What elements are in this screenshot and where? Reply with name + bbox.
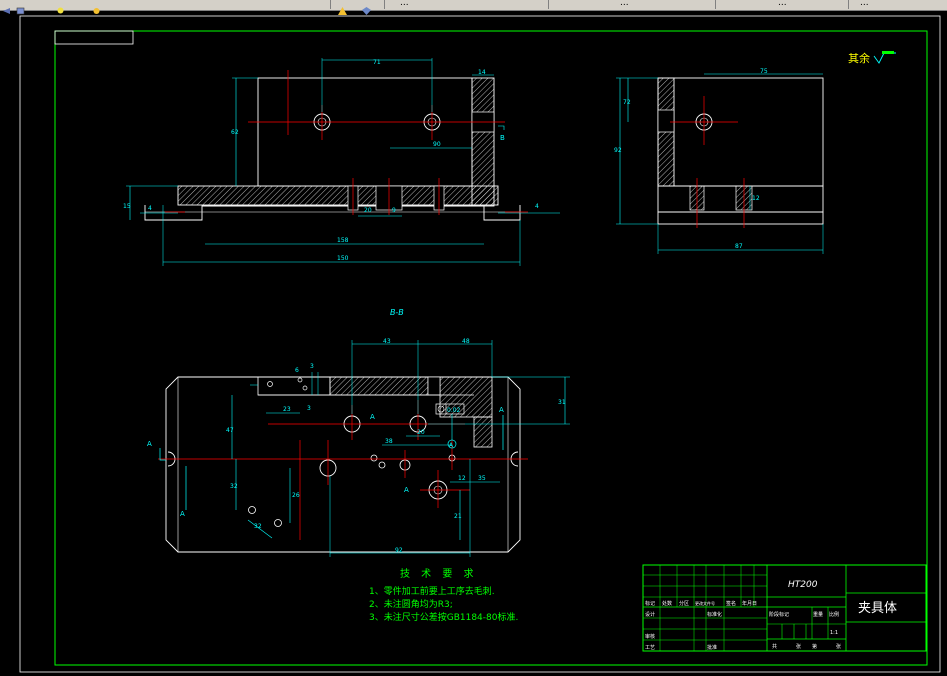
plan-dim-47: 47 [226,427,234,434]
toolbar-group-color [330,0,385,9]
datum-a: A [370,413,375,421]
dim-20: 20 [364,207,372,214]
tech-req-item-1: 1、零件加工前要上工序去毛刺. [369,585,495,597]
roughness-label: 其余 [848,51,870,65]
plan-dim-32: 32 [230,483,238,490]
title-part-name: 夹具体 [858,601,897,616]
title-sheet-no: 第 [812,643,817,650]
dim-62: 62 [231,129,239,136]
title-stage: 阶段标记 [769,611,789,618]
toolbar-plotstyle-select[interactable]: ... [718,0,849,9]
title-sheet-unit1: 张 [796,643,801,650]
linetype-label: ... [400,0,409,8]
style-label: ... [860,0,869,8]
toolbar-style-select[interactable]: ... [852,0,947,9]
plan-dim-21: 21 [454,513,462,520]
tech-req-item-2: 2、未注圆角均为R3; [369,598,453,610]
dim-9: 9 [392,207,396,214]
plan-dim-20: 20 [417,429,425,436]
title-row-review: 审核 [645,633,655,640]
title-h-mark: 标记 [645,600,655,607]
plotstyle-label: ... [778,0,787,8]
plan-dim-6: 6 [295,367,299,374]
title-row-approve: 批准 [707,644,717,651]
title-scale: 1:1 [830,630,838,636]
lineweight-label: ... [620,0,629,8]
plan-dim-38: 38 [385,438,393,445]
title-row-process: 工艺 [645,645,655,651]
front-view: 71 14 62 90 20 9 158 150 15 4 4 B [123,58,560,266]
side-dim-87: 87 [735,243,743,250]
toolbar-group-layers [0,0,331,9]
plan-dim-31: 31 [558,399,566,406]
title-h-sign: 签名 [726,600,736,607]
side-dim-72: 72 [623,99,631,106]
dim-158: 158 [337,237,349,244]
dim-4-left: 4 [148,205,152,212]
plan-dim-12: 12 [458,475,466,482]
side-view: 75 72 92 87 12 [614,68,824,254]
dim-15: 15 [123,203,131,210]
dim-4-right: 4 [535,203,539,210]
title-ratio: 比例 [829,611,839,618]
tech-req-item-3: 3、未注尺寸公差按GB1184-80标准. [369,611,518,623]
side-dim-75: 75 [760,68,768,75]
title-sheet-unit2: 张 [836,643,841,650]
title-h-zone: 分区 [679,600,689,607]
section-marker-a-left: A [147,440,152,448]
plan-dim-43: 43 [383,338,391,345]
title-h-docno: 更改文件号 [695,600,715,606]
dim-14: 14 [478,69,486,76]
section-marker-a-left2: A [180,510,185,518]
plan-dim-48: 48 [462,338,470,345]
title-sheet-total: 共 [772,643,777,650]
toolbar-linetype-select[interactable]: ... [388,0,549,9]
plan-dim-26: 26 [292,492,300,499]
plan-dim-32b: 32 [254,523,262,530]
plan-dim-92: 92 [395,547,403,554]
cad-drawing-canvas[interactable]: 其余 71 14 62 90 20 9 158 150 15 4 4 B 75 … [0,11,947,676]
side-dim-92: 92 [614,147,622,154]
section-label-bb: B-B [390,308,404,317]
roughness-value-mark [882,51,894,54]
toolbar-lineweight-select[interactable]: ... [550,0,716,9]
window-toolbar: ... ... ... ... [0,0,947,15]
code-box [54,30,134,45]
title-material: HT200 [788,580,818,590]
datum-a-lower: A [404,486,409,494]
dim-150: 150 [337,255,349,262]
title-h-date: 年月日 [742,600,757,607]
side-dim-12: 12 [752,195,760,202]
title-h-count: 处数 [662,600,672,607]
tech-req-title: 技 术 要 求 [400,567,478,580]
title-row-standard: 标准化 [707,611,722,618]
plan-view: 43 48 31 23 47 32 26 38 20 92 21 35 12 3… [147,338,570,557]
section-marker-a-right: A [499,406,504,414]
plan-dim-3b: 3 [310,363,314,370]
roughness-symbol-icon [873,52,896,64]
roughness-note: 其余 [848,51,896,65]
section-marker-b: B [500,134,505,142]
plan-dim-23: 23 [283,406,291,413]
plan-tolerance: 0.02 [447,407,461,414]
plan-dim-3: 3 [307,405,311,412]
technical-requirements: 技 术 要 求 1、零件加工前要上工序去毛刺. 2、未注圆角均为R3; 3、未注… [369,567,518,623]
dim-90: 90 [433,141,441,148]
dim-71: 71 [373,59,381,66]
title-weight: 重量 [813,611,823,618]
plan-dim-35: 35 [478,475,486,482]
title-block: HT200 夹具体 1:1 标记 处数 分区 更改文件号 签名 年月日 设计 标… [642,564,927,652]
title-row-design: 设计 [645,611,655,618]
